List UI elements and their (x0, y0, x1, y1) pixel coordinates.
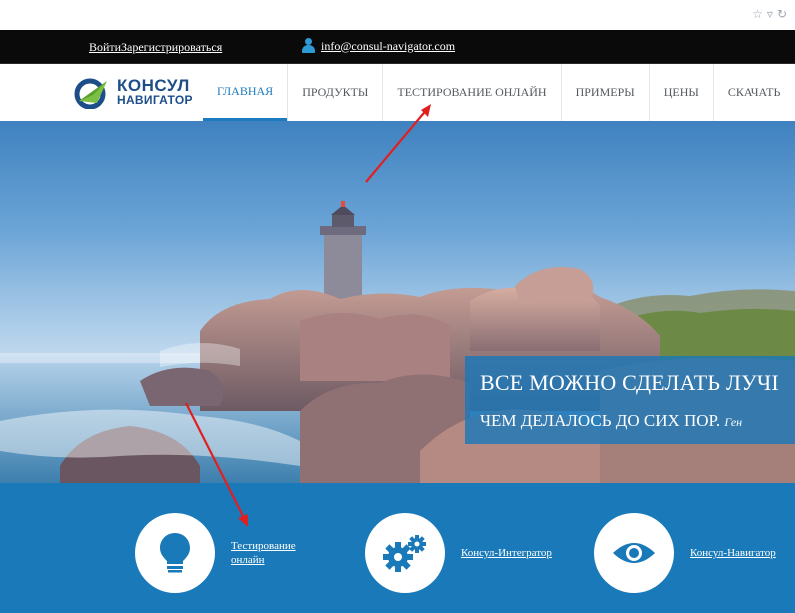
hero-slogan-panel: ВСЕ МОЖНО СДЕЛАТЬ ЛУЧІ ЧЕМ ДЕЛАЛОСЬ ДО С… (465, 356, 795, 444)
lightbulb-icon (160, 533, 190, 573)
feature-circle[interactable] (135, 513, 215, 593)
nav-item-products[interactable]: ПРОДУКТЫ (287, 64, 382, 121)
nav-item-online-testing[interactable]: ТЕСТИРОВАНИЕ ОНЛАЙН (382, 64, 560, 121)
compass-logo-icon (74, 78, 107, 109)
feature-integrator: Консул-Интегратор (365, 513, 552, 593)
logo-line-2: НАВИГАТОР (117, 93, 193, 107)
register-link[interactable]: Зарегистрироваться (121, 40, 222, 55)
nav-item-examples[interactable]: ПРИМЕРЫ (560, 64, 649, 121)
browser-toolbar-icons: ☆ ▿ ↻ (752, 7, 787, 21)
main-navigation: КОНСУЛ НАВИГАТОР ГЛАВНАЯ ПРОДУКТЫ ТЕСТИР… (0, 64, 795, 121)
hero-banner: ВСЕ МОЖНО СДЕЛАТЬ ЛУЧІ ЧЕМ ДЕЛАЛОСЬ ДО С… (0, 121, 795, 483)
feature-online-testing-link[interactable]: Тестирование онлайн (231, 539, 296, 567)
login-link[interactable]: Войти (89, 40, 121, 55)
feature-integrator-link[interactable]: Консул-Интегратор (461, 546, 552, 560)
hero-slogan-line-2: ЧЕМ ДЕЛАЛОСЬ ДО СИХ ПОР. Ген (480, 411, 743, 430)
feature-navigator: Консул-Навигатор (594, 513, 776, 593)
logo-line-1: КОНСУЛ (117, 76, 190, 95)
email-link[interactable]: info@consul-navigator.com (321, 39, 455, 54)
nav-item-prices[interactable]: ЦЕНЫ (648, 64, 713, 121)
hero-slogan-line-1: ВСЕ МОЖНО СДЕЛАТЬ ЛУЧІ (480, 370, 779, 395)
nav-menu: ГЛАВНАЯ ПРОДУКТЫ ТЕСТИРОВАНИЕ ОНЛАЙН ПРИ… (203, 64, 794, 121)
feature-circle[interactable] (365, 513, 445, 593)
hero-author: Ген (724, 415, 743, 429)
top-bar: Войти Зарегистрироваться info@consul-nav… (0, 30, 795, 64)
reload-icon[interactable]: ↻ (777, 7, 787, 21)
feature-online-testing: Тестирование онлайн (135, 513, 296, 593)
user-icon (301, 38, 315, 54)
eye-icon (613, 543, 655, 563)
nav-item-home[interactable]: ГЛАВНАЯ (203, 64, 288, 121)
feature-circle[interactable] (594, 513, 674, 593)
dropdown-icon[interactable]: ▿ (767, 7, 773, 21)
features-strip: Тестирование онлайн Консул-Интегратор Ко… (0, 483, 795, 613)
star-icon[interactable]: ☆ (752, 7, 763, 21)
gears-icon (383, 535, 426, 572)
browser-chrome: ☆ ▿ ↻ (0, 0, 795, 31)
site-logo[interactable]: КОНСУЛ НАВИГАТОР (73, 77, 193, 109)
nav-item-download[interactable]: СКАЧАТЬ (712, 64, 794, 121)
email-contact: info@consul-navigator.com (301, 38, 455, 54)
feature-navigator-link[interactable]: Консул-Навигатор (690, 546, 776, 560)
